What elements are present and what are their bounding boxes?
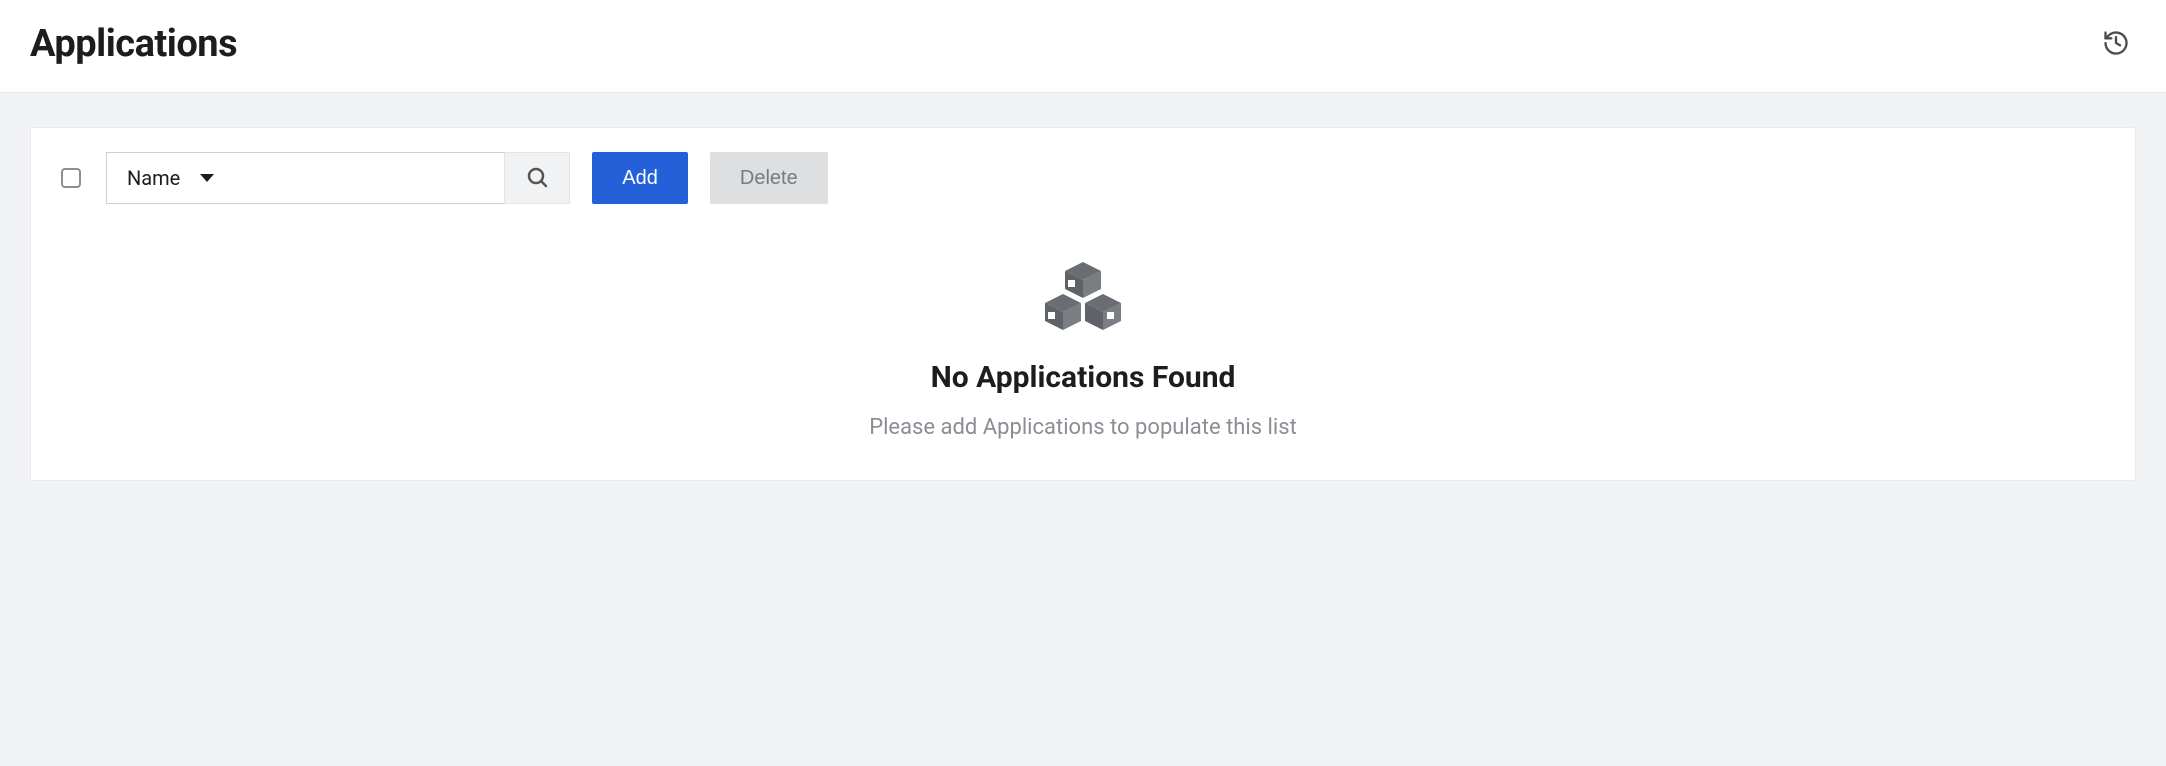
empty-state-title: No Applications Found bbox=[55, 360, 2111, 395]
select-all-checkbox[interactable] bbox=[61, 168, 81, 188]
empty-state: No Applications Found Please add Applica… bbox=[55, 204, 2111, 440]
page-header: Applications bbox=[0, 0, 2166, 93]
filter-field-select[interactable]: Name bbox=[106, 152, 234, 204]
page-title: Applications bbox=[30, 22, 237, 66]
toolbar: Name Add Delete bbox=[55, 152, 2111, 204]
search-button[interactable] bbox=[504, 152, 570, 204]
filter-field-label: Name bbox=[127, 166, 180, 190]
search-input[interactable] bbox=[234, 152, 504, 204]
boxes-icon bbox=[1041, 260, 1125, 338]
caret-down-icon bbox=[200, 174, 214, 182]
search-group: Name bbox=[106, 152, 570, 204]
applications-panel: Name Add Delete bbox=[30, 127, 2136, 481]
history-icon bbox=[2102, 29, 2130, 60]
history-button[interactable] bbox=[2096, 23, 2136, 66]
content-area: Name Add Delete bbox=[0, 93, 2166, 505]
search-icon bbox=[525, 165, 549, 192]
add-button[interactable]: Add bbox=[592, 152, 688, 204]
select-all-wrap bbox=[55, 165, 84, 191]
empty-state-subtitle: Please add Applications to populate this… bbox=[55, 415, 2111, 440]
delete-button[interactable]: Delete bbox=[710, 152, 828, 204]
